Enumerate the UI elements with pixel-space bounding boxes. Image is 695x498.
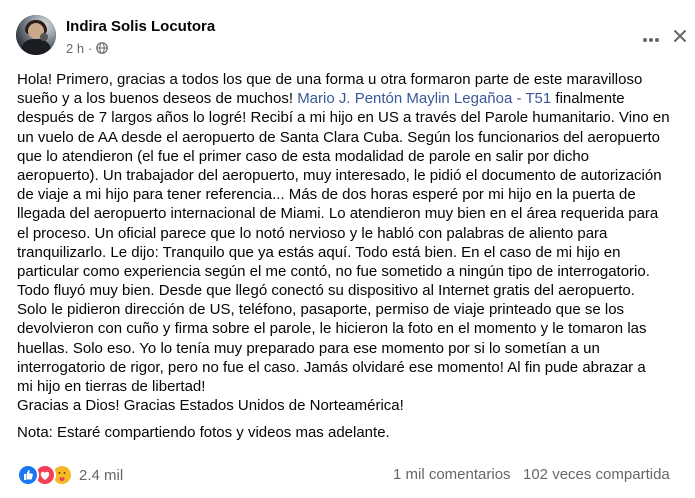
post-line-text: Hola! Primero, gracias a todos los que d… xyxy=(17,71,643,88)
post-time[interactable]: 2 h xyxy=(66,41,84,56)
post-line: que lo atendieron (el fue el primer caso… xyxy=(17,147,677,166)
post-line-text: interrogatorio de rigor, pero no fue el … xyxy=(17,358,646,376)
reaction-count[interactable]: 2.4 mil xyxy=(79,467,123,484)
post-line: devolvieron con cuño y firma sobre el pa… xyxy=(17,319,677,338)
post-text: Hola! Primero, gracias a todos los que d… xyxy=(17,70,677,443)
post-line: el proceso. Un oficial parece que lo not… xyxy=(17,224,677,243)
post-line: de viaje a mi hijo para tener referencia… xyxy=(17,185,677,204)
mention-link[interactable]: Mario J. Pentón Maylin Legañoa - T51 xyxy=(297,90,551,107)
globe-icon xyxy=(96,42,109,54)
post-line-text: llegada del aeropuerto internacional de … xyxy=(17,205,659,223)
post-line-text: particular como experiencia según el me … xyxy=(17,262,650,280)
comments-count[interactable]: 1 mil comentarios xyxy=(393,466,511,483)
post-line-text: de viaje a mi hijo para tener referencia… xyxy=(17,186,636,204)
post-line-text: un vuelo de AA desde el aeropuerto de Sa… xyxy=(17,128,660,146)
more-icon[interactable] xyxy=(639,28,663,52)
post-line: un vuelo de AA desde el aeropuerto de Sa… xyxy=(17,128,677,147)
post-line: Hola! Primero, gracias a todos los que d… xyxy=(17,70,677,89)
post-line: mi hijo en tierras de libertad! xyxy=(17,377,677,396)
author-name[interactable]: Indira Solis Locutora xyxy=(66,18,215,35)
post-line: después de 7 largos años lo logré! Recib… xyxy=(17,108,677,127)
post-line-text: el proceso. Un oficial parece que lo not… xyxy=(17,224,608,242)
post-note: Nota: Estaré compartiendo fotos y videos… xyxy=(17,424,390,442)
post-line-text: aeropuerto). Un trabajador del aeropuert… xyxy=(17,166,662,184)
post-line: llegada del aeropuerto internacional de … xyxy=(17,204,677,223)
post-line: Gracias a Dios! Gracias Estados Unidos d… xyxy=(17,396,677,415)
post-line-text: mi hijo en tierras de libertad! xyxy=(17,378,206,395)
post-line-text: sueño y a los buenos deseos de muchos! xyxy=(17,90,298,108)
post-line-text: tranquilizarlo. Le dijo: Tranquilo que y… xyxy=(17,243,621,261)
post-line-text: huellas. Solo eso. Yo lo tenía muy prepa… xyxy=(17,339,600,357)
post-line-text: devolvieron con cuño y firma sobre el pa… xyxy=(17,320,647,338)
post-line: sueño y a los buenos deseos de muchos! M… xyxy=(17,89,677,108)
post-line-text: Gracias a Dios! Gracias Estados Unidos d… xyxy=(17,397,404,415)
post-line-text: que lo atendieron (el fue el primer caso… xyxy=(17,147,590,165)
post-line-text: Todo fluyó muy bien. Desde que llegó con… xyxy=(17,282,635,300)
post-line: aeropuerto). Un trabajador del aeropuert… xyxy=(17,166,677,185)
post-line-text: Solo le pidieron dirección de US, teléfo… xyxy=(17,301,625,319)
post-line: Todo fluyó muy bien. Desde que llegó con… xyxy=(17,281,677,300)
post-line: interrogatorio de rigor, pero no fue el … xyxy=(17,358,677,377)
post-line-text: finalmente xyxy=(551,90,625,108)
post-line: Solo le pidieron dirección de US, teléfo… xyxy=(17,300,677,319)
post-line: tranquilizarlo. Le dijo: Tranquilo que y… xyxy=(17,243,677,262)
shares-count[interactable]: 102 veces compartida xyxy=(523,466,670,483)
post-line: particular como experiencia según el me … xyxy=(17,262,677,281)
avatar[interactable] xyxy=(16,15,56,55)
like-icon xyxy=(17,464,39,486)
post-card: Indira Solis Locutora 2 h · Hola! Primer… xyxy=(0,0,695,498)
meta-separator: · xyxy=(88,40,93,56)
post-line: huellas. Solo eso. Yo lo tenía muy prepa… xyxy=(17,339,677,358)
post-meta: 2 h · xyxy=(66,40,109,56)
close-icon[interactable] xyxy=(670,26,690,46)
reactions-summary[interactable]: 2.4 mil xyxy=(17,464,123,486)
post-line-text: después de 7 largos años lo logré! Recib… xyxy=(17,109,670,127)
